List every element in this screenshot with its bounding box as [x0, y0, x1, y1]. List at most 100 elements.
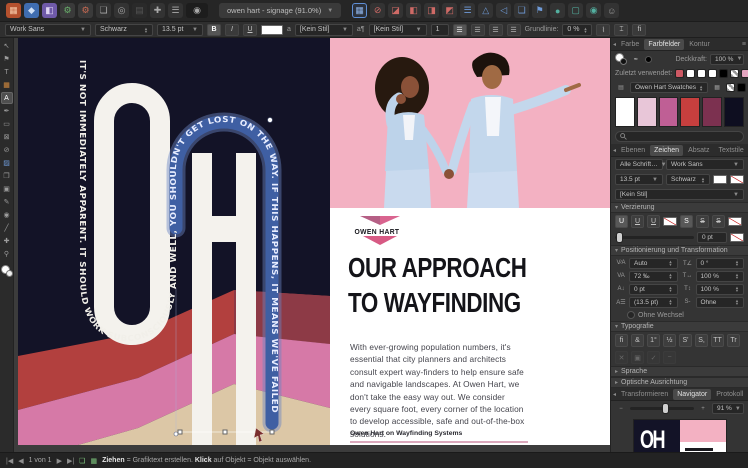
vertical-scale-field[interactable]: 100 %▲▼ — [696, 284, 745, 295]
typography-feature-button[interactable]: ½ — [663, 334, 676, 347]
typography-feature-button[interactable]: fi — [615, 334, 628, 347]
underline-single-button[interactable]: U — [631, 215, 644, 228]
flip-vertical-icon[interactable]: △ — [478, 3, 493, 18]
typography-button[interactable]: ⌶ — [614, 24, 628, 36]
palette-swatch[interactable] — [702, 97, 722, 127]
selection-handle-left[interactable] — [178, 430, 182, 434]
baseline-field[interactable]: 0 %▲▼ — [562, 24, 592, 36]
rotate-icon[interactable]: ❏ — [514, 3, 529, 18]
pen-tool[interactable]: ✒ — [1, 105, 13, 117]
palette-select[interactable]: Owen Hart Swatches▲▼ — [630, 82, 708, 93]
zoom-tool[interactable]: ⚲ — [1, 248, 13, 260]
tab-kontur[interactable]: Kontur — [685, 39, 714, 50]
gradient-tool[interactable]: ╱ — [1, 222, 13, 234]
font-filter-select[interactable]: Alle Schrift…▼ — [615, 159, 663, 170]
fill-stroke-selector[interactable] — [1, 265, 13, 277]
tab-ebenen[interactable]: Ebenen — [617, 145, 649, 156]
panel-menu-icon[interactable]: ≡ — [742, 41, 746, 48]
font-family-select[interactable]: Work Sans▼ — [5, 24, 91, 36]
snapshot-icon[interactable]: ⚑ — [532, 3, 547, 18]
ligatures-button[interactable]: fi — [632, 24, 646, 36]
settings-gear-icon[interactable]: ⚙ — [78, 3, 93, 18]
pages-view-icon[interactable]: ❏ — [79, 457, 85, 465]
ellipse-tool[interactable]: ⊘ — [1, 144, 13, 156]
rectangle-tool[interactable]: ▭ — [1, 118, 13, 130]
tab-farbfelder[interactable]: Farbfelder — [644, 39, 684, 50]
typography-feature-button[interactable]: & — [631, 334, 644, 347]
italic-button[interactable]: I — [225, 24, 239, 36]
decoration-offset-slider[interactable] — [615, 236, 694, 239]
page-indicator[interactable]: 1 von 1 — [29, 457, 52, 464]
eyedropper-icon[interactable]: ✒ — [630, 56, 642, 63]
strikethrough-single-button[interactable]: S — [696, 215, 709, 228]
persona-designer-icon[interactable]: ◆ — [24, 3, 39, 18]
tab-absatz[interactable]: Absatz — [684, 145, 713, 156]
paste-inside-icon[interactable]: ◨ — [424, 3, 439, 18]
align-justify-button[interactable]: ☰ — [507, 24, 521, 36]
next-page-button[interactable]: ▶ — [57, 457, 62, 465]
color-picker-tool[interactable]: ◉ — [1, 209, 13, 221]
resource-manager-icon[interactable]: ◎ — [114, 3, 129, 18]
preflight-gear-icon[interactable]: ⚙ — [60, 3, 75, 18]
baseline-shift-field[interactable]: 0 pt▲▼ — [629, 284, 678, 295]
zoom-in-icon[interactable]: + — [697, 406, 709, 412]
utility-swatch[interactable] — [726, 83, 735, 92]
zoom-out-icon[interactable]: − — [615, 406, 627, 412]
palette-swatch[interactable] — [680, 97, 700, 127]
section-sprache[interactable]: ▸Sprache — [611, 366, 748, 377]
pin-icon[interactable]: ✚ — [150, 3, 165, 18]
fill-color-swatch[interactable] — [713, 175, 727, 184]
paragraph-style-select[interactable]: [Kein Stil]▼ — [369, 24, 427, 36]
collapse-panel-icon[interactable]: ◂ — [613, 391, 616, 398]
swatch-search-input[interactable] — [615, 131, 744, 142]
decoration-color-swatch[interactable] — [730, 233, 744, 242]
underline-color-swatch[interactable] — [663, 217, 677, 226]
frame-text-tool[interactable]: T — [1, 66, 13, 78]
tab-navigator[interactable]: Navigator — [673, 389, 711, 400]
view-tool[interactable]: ✚ — [1, 235, 13, 247]
typography-feature-button[interactable]: TT — [711, 334, 724, 347]
align-right-button[interactable]: ☰ — [489, 24, 503, 36]
path-handle[interactable] — [268, 118, 273, 123]
fill-stroke-selector-small[interactable] — [615, 53, 627, 65]
grid-view-icon[interactable]: ▦ — [90, 457, 97, 465]
zoom-slider[interactable] — [630, 407, 694, 410]
recent-swatch[interactable] — [708, 69, 717, 78]
grid-view-icon[interactable]: ▦ — [711, 84, 723, 91]
picture-frame-tool[interactable]: ⊠ — [1, 131, 13, 143]
opacity-select[interactable]: 100 %▼ — [710, 54, 744, 65]
font-family-select[interactable]: Work Sans▼ — [666, 159, 744, 170]
ohne-wechsel-checkbox[interactable] — [627, 311, 635, 319]
previous-page-button[interactable]: ◀ — [18, 457, 23, 465]
strikethrough-none-button[interactable]: S — [680, 215, 693, 228]
font-color-select[interactable]: Schwarz▲▼ — [666, 174, 710, 185]
place-image-tool[interactable]: ▨ — [1, 157, 13, 169]
leading-field[interactable]: (13.5 pt)▲▼ — [629, 297, 678, 308]
stroke-mode-select[interactable]: Ohne▲▼ — [696, 297, 745, 308]
tracking-field[interactable]: 72 ‰▲▼ — [629, 271, 678, 282]
font-size-select[interactable]: 13.5 pt▼ — [615, 174, 663, 185]
crop-tool[interactable]: ▣ — [1, 183, 13, 195]
collapse-panel-icon[interactable]: ◂ — [613, 41, 616, 48]
move-tool[interactable]: ↖ — [1, 40, 13, 52]
font-weight-select[interactable]: Schwarz▲▼ — [95, 24, 153, 36]
new-document-icon[interactable]: ❏ — [96, 3, 111, 18]
section-typografie[interactable]: ▾Typografie — [611, 321, 748, 332]
typography-feature-button[interactable]: S' — [679, 334, 692, 347]
section-verzierung[interactable]: ▾Verzierung — [611, 202, 748, 213]
typography-feature-button[interactable]: 1° — [647, 334, 660, 347]
recent-swatch[interactable] — [730, 69, 739, 78]
shear-field[interactable]: 0 °▲▼ — [696, 258, 745, 269]
palette-swatch[interactable] — [615, 97, 635, 127]
first-page-button[interactable]: |◀ — [6, 457, 13, 465]
kerning-select[interactable]: Auto▲▼ — [629, 258, 678, 269]
prohibit-icon[interactable]: ⊘ — [370, 3, 385, 18]
paste-style-icon[interactable]: ◪ — [388, 3, 403, 18]
stepper[interactable]: ▲▼ — [144, 27, 148, 33]
boolean-subtract-icon[interactable]: ▢ — [568, 3, 583, 18]
font-size-select[interactable]: 13.5 pt▼ — [157, 24, 203, 36]
recent-swatch[interactable] — [719, 69, 728, 78]
utility-swatch[interactable] — [737, 83, 746, 92]
tab-farbe[interactable]: Farbe — [617, 39, 643, 50]
no-stroke-swatch[interactable] — [730, 175, 744, 184]
